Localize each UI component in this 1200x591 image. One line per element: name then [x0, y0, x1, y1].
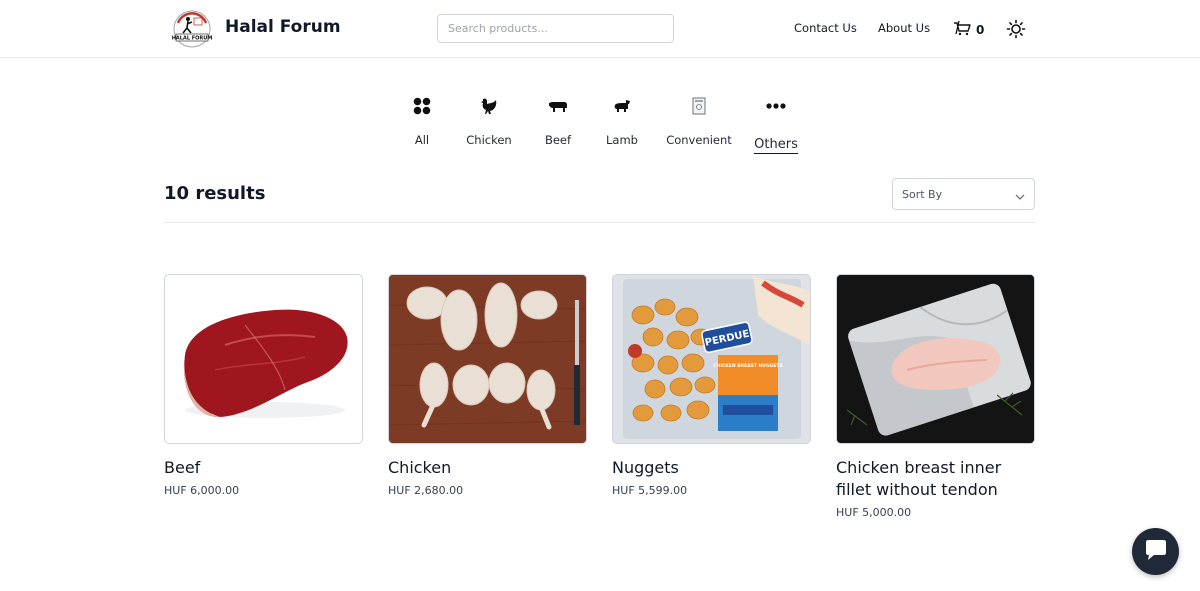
- category-label: Beef: [544, 133, 572, 147]
- product-image-nuggets[interactable]: PERDUE CHICKEN BREAST NUGGETS: [612, 274, 811, 444]
- theme-toggle-button[interactable]: [1006, 19, 1026, 39]
- contact-us-link[interactable]: Contact Us: [794, 21, 857, 35]
- more-icon: [764, 94, 788, 118]
- product-price: HUF 2,680.00: [388, 484, 464, 497]
- grid-icon: [410, 94, 434, 118]
- category-all[interactable]: All: [406, 94, 438, 147]
- package-title: CHICKEN BREAST NUGGETS: [713, 363, 782, 369]
- product-name[interactable]: Nuggets: [612, 457, 811, 479]
- category-label: Lamb: [606, 133, 638, 147]
- chat-icon: [1144, 539, 1168, 565]
- cart-button[interactable]: 0: [953, 20, 989, 40]
- sort-dropdown[interactable]: Sort By: [892, 178, 1035, 210]
- category-convenient[interactable]: Convenient: [665, 94, 733, 147]
- product-card[interactable]: Chicken breast inner fillet without tend…: [836, 274, 1035, 519]
- product-card[interactable]: PERDUE CHICKEN BREAST NUGGETS Nuggets HU…: [612, 274, 811, 497]
- product-name[interactable]: Chicken: [388, 457, 587, 479]
- product-image-beef[interactable]: [164, 274, 363, 444]
- logo-wordmark: HALAL FORUM: [172, 36, 213, 42]
- category-label: Convenient: [666, 133, 732, 147]
- site-header: HALAL FORUM Halal Forum Contact Us About…: [0, 0, 1200, 58]
- live-chat-button[interactable]: [1132, 528, 1179, 575]
- sun-icon: [1006, 19, 1026, 43]
- product-name[interactable]: Chicken breast inner fillet without tend…: [836, 457, 1035, 501]
- lamb-icon: [610, 94, 634, 118]
- product-price: HUF 6,000.00: [164, 484, 240, 497]
- category-beef[interactable]: Beef: [540, 94, 576, 147]
- product-name[interactable]: Beef: [164, 457, 363, 479]
- results-divider: [164, 222, 1035, 223]
- sort-label: Sort By: [902, 187, 943, 201]
- chevron-down-icon: [1015, 185, 1025, 204]
- package-icon: [687, 94, 711, 118]
- category-label: Others: [754, 137, 798, 154]
- product-image-chicken[interactable]: [388, 274, 587, 444]
- category-label: Chicken: [466, 133, 512, 147]
- product-card[interactable]: Beef HUF 6,000.00: [164, 274, 363, 497]
- category-chicken[interactable]: Chicken: [465, 94, 513, 147]
- search-input[interactable]: [437, 14, 674, 43]
- product-price: HUF 5,599.00: [612, 484, 688, 497]
- about-us-link[interactable]: About Us: [878, 21, 930, 35]
- cart-icon: [953, 20, 973, 40]
- product-card[interactable]: Chicken HUF 2,680.00: [388, 274, 587, 497]
- halal-forum-logo[interactable]: HALAL FORUM: [171, 9, 213, 49]
- brand-name[interactable]: Halal Forum: [225, 17, 341, 37]
- cow-icon: [546, 94, 570, 118]
- category-others[interactable]: Others: [751, 94, 801, 154]
- cart-count: 0: [976, 23, 985, 37]
- chicken-icon: [477, 94, 501, 118]
- product-price: HUF 5,000.00: [836, 506, 912, 519]
- category-label: All: [414, 133, 430, 147]
- results-count: 10 results: [164, 183, 266, 204]
- product-image-chicken-fillet[interactable]: [836, 274, 1035, 444]
- category-lamb[interactable]: Lamb: [604, 94, 640, 147]
